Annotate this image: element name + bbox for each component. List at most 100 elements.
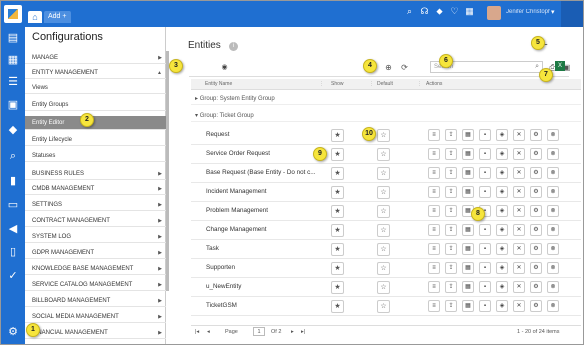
column-entity-name[interactable]: Entity Name [205,81,232,87]
table-row[interactable]: Service Order Request ★ ☆ ≡ ⇪ ▦ ▪ ◈ ✕ ⚙ ⊗ [191,145,581,164]
table-row[interactable]: Request ★ ☆ ≡ ⇪ ▦ ▪ ◈ ✕ ⚙ ⊗ [191,126,581,145]
refresh-icon[interactable]: ⟳ [399,62,410,73]
tag-icon[interactable]: ⬥ [435,7,444,16]
excel-icon[interactable]: X [555,61,565,71]
column-menu-icon[interactable]: ⋮ [417,81,422,87]
menu-social-media-management[interactable]: SOCIAL MEDIA MANAGEMENT ▶ [25,312,166,323]
graduation-cap-icon[interactable]: ◆ [7,124,19,136]
grid-icon[interactable]: ▦ [7,54,19,66]
gear-icon[interactable]: ⚙ [530,148,542,160]
megaphone-icon[interactable]: ◀ [7,223,19,235]
close-circle-icon[interactable]: ⊗ [547,281,559,293]
menu-manage[interactable]: MANAGE ▶ [25,53,166,64]
upload-icon[interactable]: ⇪ [445,300,457,312]
tools-icon[interactable]: ✕ [513,224,525,236]
close-circle-icon[interactable]: ⊗ [547,129,559,141]
gear-icon[interactable]: ⚙ [530,224,542,236]
close-circle-icon[interactable]: ⊗ [547,224,559,236]
next-page-icon[interactable]: ▸ [291,329,294,335]
grid-icon[interactable]: ▪ [479,262,491,274]
default-star-icon[interactable]: ☆ [377,224,390,237]
default-star-icon[interactable]: ☆ [377,243,390,256]
default-star-icon[interactable]: ☆ [377,167,390,180]
close-circle-icon[interactable]: ⊗ [547,262,559,274]
tools-icon[interactable]: ✕ [513,167,525,179]
gear-icon[interactable]: ⚙ [530,129,542,141]
upload-icon[interactable]: ⇪ [445,129,457,141]
menu-entity-editor[interactable]: Entity Editor [25,116,166,130]
table-row[interactable]: Problem Management ★ ☆ ≡ ⇪ ▦ ▪ ◈ ✕ ⚙ ⊗ [191,202,581,221]
tags-icon[interactable]: ◈ [496,129,508,141]
calendar-icon[interactable]: ▦ [462,148,474,160]
default-star-icon[interactable]: ☆ [377,281,390,294]
shield-check-icon[interactable]: ✓ [7,270,19,282]
upload-icon[interactable]: ⇪ [445,186,457,198]
table-row[interactable]: u_NewEntity ★ ☆ ≡ ⇪ ▦ ▪ ◈ ✕ ⚙ ⊗ [191,278,581,297]
close-circle-icon[interactable]: ⊗ [547,300,559,312]
chat-icon[interactable]: ▭ [7,199,19,211]
gear-icon[interactable]: ⚙ [530,186,542,198]
grid-icon[interactable]: ▪ [479,300,491,312]
menu-knowledge-base-management[interactable]: KNOWLEDGE BASE MANAGEMENT ▶ [25,264,166,275]
bar-chart-icon[interactable]: ▮ [7,175,19,187]
calendar-icon[interactable]: ▦ [462,186,474,198]
tools-icon[interactable]: ✕ [513,300,525,312]
file-icon[interactable]: ▯ [7,246,19,258]
calendar-icon[interactable]: ▦ [462,281,474,293]
database-icon[interactable]: ≡ [428,186,440,198]
column-show[interactable]: Show [331,81,344,87]
show-star-icon[interactable]: ★ [331,224,344,237]
menu-statuses[interactable]: Statuses [25,151,166,162]
tags-icon[interactable]: ◈ [496,262,508,274]
database-icon[interactable]: ≡ [428,281,440,293]
show-star-icon[interactable]: ★ [331,262,344,275]
avatar[interactable] [487,6,501,20]
group-row[interactable]: ▸ Group: System Entity Group [191,93,581,105]
database-icon[interactable]: ≡ [428,129,440,141]
default-star-icon[interactable]: ☆ [377,205,390,218]
database-icon[interactable]: ≡ [428,224,440,236]
list-icon[interactable]: ☰ [7,76,19,88]
document-icon[interactable]: ▤ [7,32,19,44]
calendar-icon[interactable]: ▦ [462,262,474,274]
upload-icon[interactable]: ⇪ [445,205,457,217]
grid-icon[interactable]: ▪ [479,224,491,236]
upload-icon[interactable]: ⇪ [445,148,457,160]
menu-settings[interactable]: SETTINGS ▶ [25,200,166,211]
menu-contract-management[interactable]: CONTRACT MANAGEMENT ▶ [25,216,166,227]
default-star-icon[interactable]: ☆ [377,148,390,161]
default-star-icon[interactable]: ☆ [377,129,390,142]
database-icon[interactable]: ≡ [428,148,440,160]
menu-cmdb-management[interactable]: CMDB MANAGEMENT ▶ [25,184,166,195]
show-star-icon[interactable]: ★ [331,129,344,142]
upload-icon[interactable]: ⇪ [445,224,457,236]
search-icon[interactable]: ⌕ [405,7,414,16]
default-star-icon[interactable]: ☆ [377,186,390,199]
menu-business-rules[interactable]: BUSINESS RULES ▶ [25,169,166,180]
database-icon[interactable]: ≡ [428,262,440,274]
upload-icon[interactable]: ⇪ [445,281,457,293]
gear-icon[interactable]: ⚙ [530,167,542,179]
table-row[interactable]: Supporten ★ ☆ ≡ ⇪ ▦ ▪ ◈ ✕ ⚙ ⊗ [191,259,581,278]
calendar-icon[interactable]: ▦ [462,224,474,236]
grid-icon[interactable]: ▪ [479,129,491,141]
gear-icon[interactable]: ⚙ [530,243,542,255]
first-page-icon[interactable]: |◂ [195,329,199,335]
menu-entity-groups[interactable]: Entity Groups [25,100,166,111]
gear-icon[interactable]: ⚙ [530,281,542,293]
home-tab[interactable]: ⌂ [28,11,42,23]
table-row[interactable]: Incident Management ★ ☆ ≡ ⇪ ▦ ▪ ◈ ✕ ⚙ ⊗ [191,183,581,202]
database-icon[interactable]: ≡ [428,300,440,312]
tags-icon[interactable]: ◈ [496,148,508,160]
tools-icon[interactable]: ✕ [513,148,525,160]
show-star-icon[interactable]: ★ [331,243,344,256]
column-menu-icon[interactable]: ⋮ [369,81,374,87]
info-icon[interactable]: i [229,42,238,51]
prev-page-icon[interactable]: ◂ [207,329,210,335]
close-circle-icon[interactable]: ⊗ [547,243,559,255]
app-logo[interactable] [4,5,22,23]
group-row[interactable]: ▾ Group: Ticket Group [191,110,581,122]
calendar-icon[interactable]: ▦ [465,7,474,16]
default-star-icon[interactable]: ☆ [377,262,390,275]
search-icon[interactable]: ⌕ [7,150,19,162]
